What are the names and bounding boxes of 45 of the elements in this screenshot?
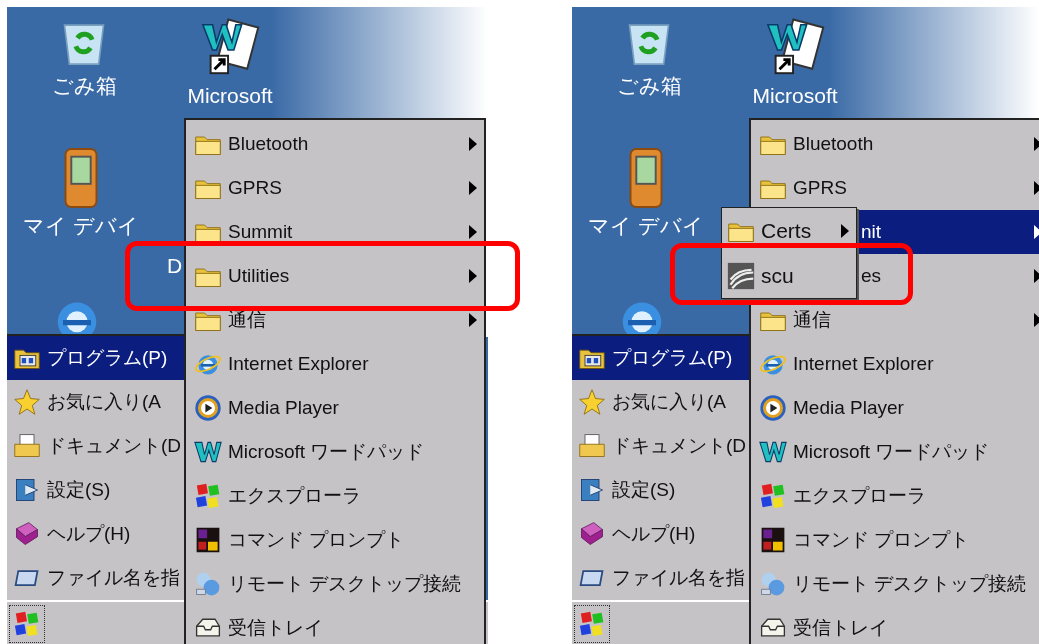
menu-item[interactable]: リモート デスクトップ接続	[751, 562, 1039, 606]
menu-item[interactable]: 設定(S)	[7, 468, 185, 512]
menu-item[interactable]: Microsoft ワードパッド	[751, 430, 1039, 474]
menu-item[interactable]: お気に入り(A	[572, 380, 750, 424]
menu-item[interactable]: Microsoft ワードパッド	[186, 430, 484, 474]
menu-item[interactable]: エクスプローラ	[751, 474, 1039, 518]
menu-item[interactable]: scu	[722, 253, 856, 298]
menu-item[interactable]: Bluetooth	[751, 122, 1039, 166]
menu-item[interactable]: Summit	[186, 210, 484, 254]
menu-item[interactable]: 受信トレイ	[751, 606, 1039, 644]
menu-item[interactable]: コマンド プロンプト	[186, 518, 484, 562]
menu-item[interactable]: ファイル名を指	[7, 556, 185, 600]
menu-item[interactable]: 通信	[751, 298, 1039, 342]
menu-item[interactable]: エクスプローラ	[186, 474, 484, 518]
menu-item[interactable]: お気に入り(A	[7, 380, 185, 424]
menu-item[interactable]: プログラム(P)	[572, 336, 750, 380]
menu-item[interactable]: ヘルプ(H)	[572, 512, 750, 556]
desktop-icon-label[interactable]: マイ デバイ	[23, 215, 139, 236]
menu-item[interactable]: GPRS	[186, 166, 484, 210]
menu-item[interactable]: Media Player	[751, 386, 1039, 430]
menu-item[interactable]: ドキュメント(D	[7, 424, 185, 468]
desktop-icon-label[interactable]: マイ デバイ	[588, 215, 704, 236]
menu-item[interactable]: リモート デスクトップ接続	[186, 562, 484, 606]
menu-item[interactable]: Internet Explorer	[751, 342, 1039, 386]
menu-item[interactable]: Bluetooth	[186, 122, 484, 166]
menu-item[interactable]: Utilities	[186, 254, 484, 298]
menu-item[interactable]: 通信	[186, 298, 484, 342]
menu-item[interactable]: ドキュメント(D	[572, 424, 750, 468]
menu-item[interactable]: nit	[859, 210, 1039, 254]
menu-item[interactable]: プログラム(P)	[7, 336, 185, 380]
menu-item[interactable]: 受信トレイ	[186, 606, 484, 644]
desktop-icon-label[interactable]: ごみ箱	[616, 75, 682, 96]
desktop-icon-label: D	[167, 255, 183, 276]
menu-item[interactable]: Certs	[722, 208, 856, 253]
menu-item[interactable]: ファイル名を指	[572, 556, 750, 600]
desktop-icon-label[interactable]: Microsoft	[187, 85, 273, 106]
menu-item[interactable]: es	[859, 254, 1039, 298]
menu-item[interactable]: 設定(S)	[572, 468, 750, 512]
menu-item[interactable]: ヘルプ(H)	[7, 512, 185, 556]
menu-item[interactable]: GPRS	[751, 166, 1039, 210]
menu-item[interactable]: コマンド プロンプト	[751, 518, 1039, 562]
desktop-icon-label[interactable]: Microsoft	[752, 85, 838, 106]
desktop-icon-label[interactable]: ごみ箱	[51, 75, 117, 96]
menu-item[interactable]: Internet Explorer	[186, 342, 484, 386]
menu-item[interactable]: Media Player	[186, 386, 484, 430]
